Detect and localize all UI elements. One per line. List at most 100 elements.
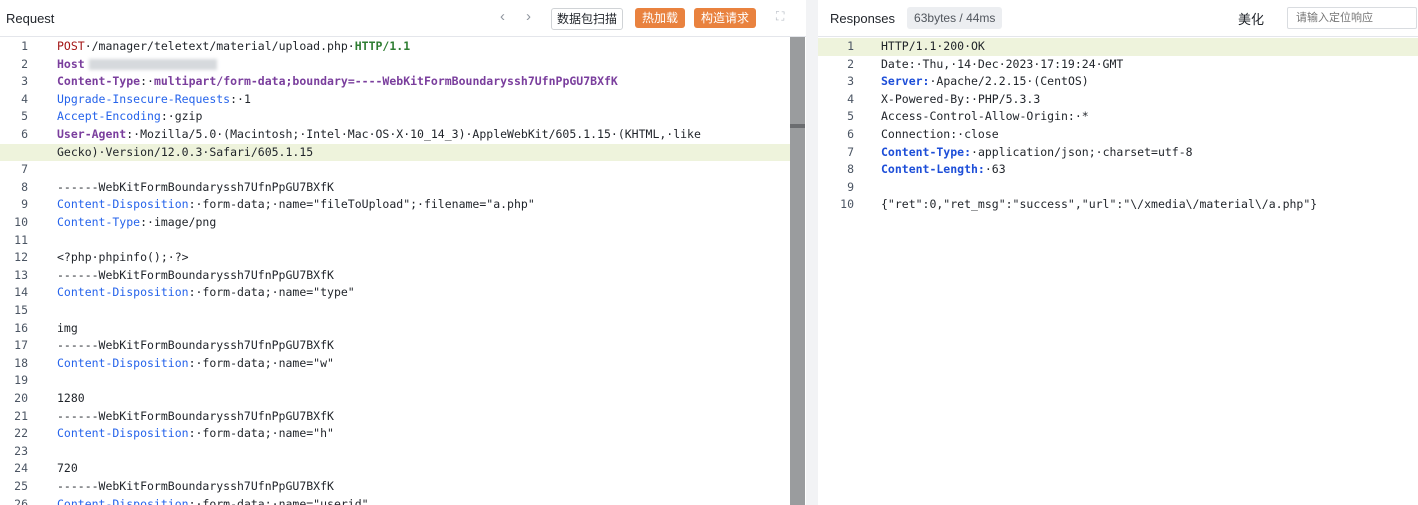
- line-number: [0, 144, 28, 162]
- code-line: Content-Disposition:·form-data;·name="ty…: [57, 284, 355, 302]
- code-token: multipart/form-data;boundary=----WebKitF…: [153, 74, 618, 89]
- code-token: Host: [57, 56, 85, 71]
- code-token: Content-Disposition: [57, 285, 189, 300]
- hot-load-button[interactable]: 热加载: [635, 8, 686, 28]
- code-line: Gecko)·Version/12.0.3·Safari/605.1.15: [57, 144, 313, 162]
- code-line: Content-Type:·multipart/form-data;bounda…: [57, 73, 618, 91]
- line-number: 10: [14, 215, 28, 229]
- request-editor[interactable]: 1 POST·/manager/teletext/material/upload.…: [0, 37, 806, 505]
- line-number: 1: [21, 39, 28, 53]
- code-line: Content-Length:·63: [881, 161, 1006, 179]
- code-line: ------WebKitFormBoundaryssh7UfnPpGU7BXfK: [57, 337, 334, 355]
- code-line: ------WebKitFormBoundaryssh7UfnPpGU7BXfK: [57, 267, 334, 285]
- line-number: 5: [21, 109, 28, 124]
- code-token: Accept-Encoding: [57, 109, 161, 124]
- code-token: :·form-data;·name="w": [188, 355, 334, 370]
- request-scroll-thumb[interactable]: [790, 124, 805, 128]
- redacted-host: [88, 58, 217, 70]
- code-token: Content-Length:: [881, 162, 985, 177]
- response-viewer[interactable]: 1 HTTP/1.1·200·OK 2 Date:·Thu,·14·Dec·2023·…: [818, 37, 1418, 505]
- request-panel: Request ‹ › 数据包扫描 热加载 构造请求 ⛶ 1 POST·/mana…: [0, 0, 806, 505]
- code-token: Gecko)·Version/12.0.3·Safari/605.1.15: [57, 144, 314, 159]
- code-token: Content-Type:: [881, 144, 972, 159]
- code-token: :·form-data;·name="h": [188, 426, 334, 441]
- code-line: Date:·Thu,·14·Dec·2023·17:19:24·GMT: [881, 56, 1123, 74]
- code-line: Upgrade-Insecure-Requests:·1: [57, 91, 251, 109]
- request-header: Request ‹ › 数据包扫描 热加载 构造请求 ⛶: [0, 0, 806, 37]
- code-token: ·/manager/teletext/material/upload.php·: [84, 39, 355, 53]
- line-number: 2: [847, 56, 854, 71]
- code-line: User-Agent:·Mozilla/5.0·(Macintosh;·Inte…: [57, 126, 701, 144]
- code-line: ------WebKitFormBoundaryssh7UfnPpGU7BXfK: [57, 478, 334, 496]
- line-number: 5: [847, 109, 854, 124]
- line-number: 9: [21, 197, 28, 212]
- code-line: {"ret":0,"ret_msg":"success","url":"\/xm…: [881, 196, 1317, 214]
- locate-response-input[interactable]: [1287, 7, 1417, 29]
- prev-arrow-icon[interactable]: ‹: [500, 8, 505, 25]
- code-token: :·: [140, 74, 154, 89]
- code-token: ·63: [984, 162, 1006, 177]
- line-number: 3: [847, 74, 854, 89]
- response-size-badge: 63bytes / 44ms: [907, 7, 1003, 29]
- line-number: 10: [840, 197, 854, 212]
- code-line: Accept-Encoding:·gzip: [57, 108, 202, 126]
- line-number: 13: [14, 267, 28, 282]
- code-token: POST: [57, 39, 85, 53]
- code-token: {"ret":0,"ret_msg":"success","url":"\/xm…: [881, 197, 1318, 212]
- code-line: Access-Control-Allow-Origin:·*: [881, 108, 1089, 126]
- packet-scan-button[interactable]: 数据包扫描: [551, 8, 624, 30]
- line-number: 2: [21, 56, 28, 71]
- code-token: Upgrade-Insecure-Requests: [57, 91, 231, 106]
- response-panel: Responses 63bytes / 44ms 美化 1 HTTP/1.1·20…: [818, 0, 1418, 505]
- response-header: Responses 63bytes / 44ms 美化: [818, 0, 1418, 37]
- line-number: 3: [21, 74, 28, 89]
- line-number: 6: [847, 127, 854, 141]
- code-token: Connection:·close: [881, 127, 999, 141]
- code-token: 720: [57, 461, 78, 476]
- line-number: 6: [21, 127, 28, 141]
- line-number: 1: [847, 39, 854, 53]
- code-token: Content-Disposition: [57, 496, 189, 505]
- code-line: HTTP/1.1·200·OK: [881, 38, 985, 56]
- line-number: 7: [21, 162, 28, 177]
- code-token: Server:: [881, 74, 930, 89]
- request-scrollbar[interactable]: [790, 37, 805, 505]
- line-number: 8: [847, 162, 854, 177]
- line-number: 19: [14, 373, 28, 388]
- line-number: 8: [21, 179, 28, 194]
- response-title: Responses: [830, 10, 896, 26]
- code-token: User-Agent: [57, 127, 127, 141]
- code-token: img: [57, 320, 78, 335]
- code-line: Server:·Apache/2.2.15·(CentOS): [881, 73, 1089, 91]
- line-number: 4: [21, 91, 28, 106]
- code-token: Access-Control-Allow-Origin:·*: [881, 109, 1089, 124]
- line-number: 15: [14, 303, 28, 317]
- code-token: :·form-data;·name="userid": [188, 496, 369, 505]
- code-line: ------WebKitFormBoundaryssh7UfnPpGU7BXfK: [57, 179, 334, 197]
- code-token: ------WebKitFormBoundaryssh7UfnPpGU7BXfK: [57, 267, 334, 282]
- code-token: ------WebKitFormBoundaryssh7UfnPpGU7BXfK: [57, 338, 334, 353]
- code-token: ------WebKitFormBoundaryssh7UfnPpGU7BXfK: [57, 479, 334, 493]
- code-line: img: [57, 320, 78, 338]
- code-token: Content-Disposition: [57, 355, 189, 370]
- code-token: :·image/png: [140, 215, 217, 229]
- beautify-button[interactable]: 美化: [1238, 9, 1264, 28]
- code-line: ------WebKitFormBoundaryssh7UfnPpGU7BXfK: [57, 408, 334, 426]
- line-number: 18: [14, 355, 28, 370]
- code-line: <?php·phpinfo();·?>: [57, 249, 189, 267]
- code-token: <?php·phpinfo();·?>: [57, 250, 189, 265]
- line-number: 26: [14, 496, 28, 505]
- panel-divider[interactable]: [806, 0, 818, 505]
- code-line: Content-Disposition:·form-data;·name="h": [57, 425, 334, 443]
- line-number: 25: [14, 479, 28, 493]
- code-token: Content-Disposition: [57, 197, 189, 212]
- build-request-button[interactable]: 构造请求: [694, 8, 757, 28]
- code-line: Connection:·close: [881, 126, 999, 144]
- line-number: 7: [847, 144, 854, 159]
- code-line: Content-Disposition:·form-data;·name="us…: [57, 496, 369, 505]
- code-token: :·1: [230, 91, 251, 106]
- next-arrow-icon[interactable]: ›: [526, 8, 531, 25]
- line-number: 4: [847, 91, 854, 106]
- code-line: POST·/manager/teletext/material/upload.p…: [57, 38, 410, 56]
- expand-icon[interactable]: ⛶: [776, 9, 784, 24]
